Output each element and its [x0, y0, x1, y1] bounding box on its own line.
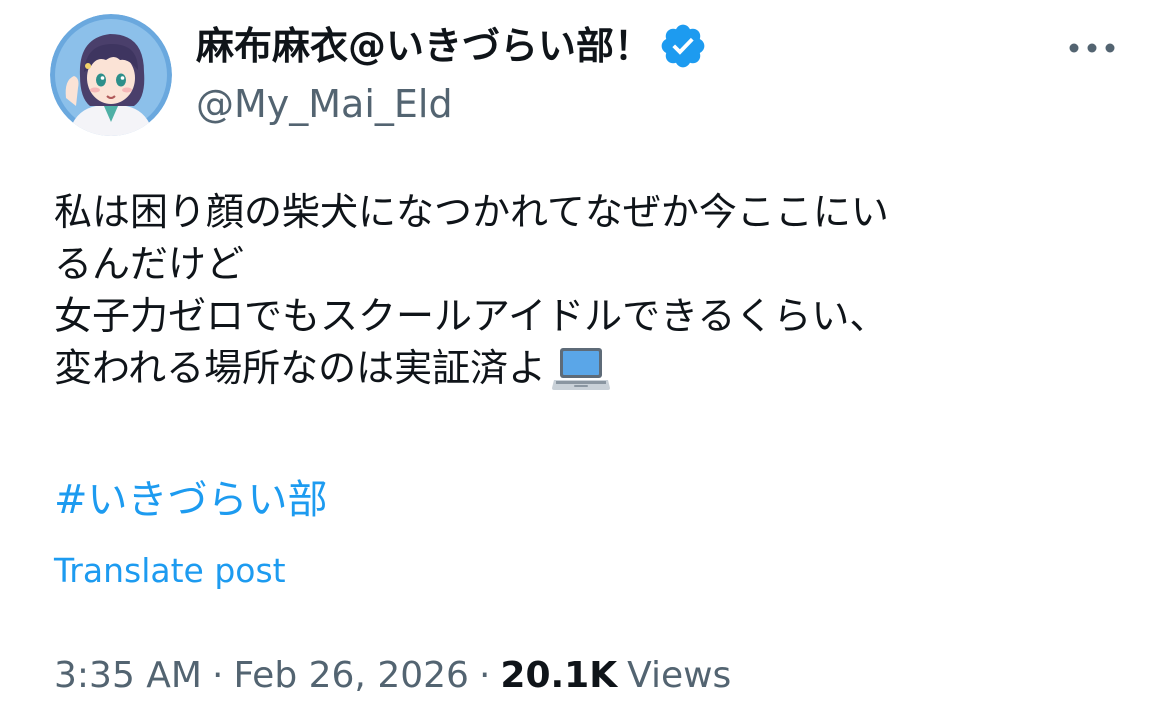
- translate-post-link[interactable]: Translate post: [54, 548, 286, 594]
- author-display-name[interactable]: 麻布麻衣@いきづらい部！: [196, 20, 708, 72]
- more-options-button[interactable]: [1062, 28, 1122, 68]
- post-time[interactable]: 3:35 AM: [54, 655, 202, 696]
- post-text-line: 女子力ゼロでもスクールアイドルできるくらい、: [54, 294, 888, 338]
- post-meta: 3:35 AM · Feb 26, 2026 · 20.1K Views: [54, 652, 731, 700]
- post-text: 私は困り顔の柴犬になつかれてなぜか今ここにい るんだけど 女子力ゼロでもスクール…: [54, 186, 1144, 394]
- post-text-line: るんだけど: [54, 242, 245, 286]
- post-text-line: 変われる場所なのは実証済よ: [54, 346, 547, 390]
- avatar[interactable]: [50, 14, 172, 136]
- views-label: Views: [627, 655, 732, 696]
- post-text-line: 私は困り顔の柴犬になつかれてなぜか今ここにい: [54, 190, 889, 234]
- more-horizontal-icon: [1069, 43, 1115, 53]
- post-date[interactable]: Feb 26, 2026: [233, 655, 469, 696]
- meta-separator: ·: [478, 655, 491, 696]
- verified-badge-icon: [658, 21, 708, 71]
- author-handle[interactable]: @My_Mai_Eld: [196, 80, 453, 128]
- meta-separator: ·: [211, 655, 224, 696]
- post-text-line-last: 変われる場所なのは実証済よ: [54, 342, 1144, 394]
- laptop-icon: [550, 342, 612, 394]
- hashtag-link[interactable]: #いきづらい部: [54, 474, 328, 526]
- views-count: 20.1K: [500, 655, 618, 696]
- anime-girl-avatar-icon: [50, 14, 172, 136]
- display-name-text: 麻布麻衣@いきづらい部！: [196, 24, 653, 68]
